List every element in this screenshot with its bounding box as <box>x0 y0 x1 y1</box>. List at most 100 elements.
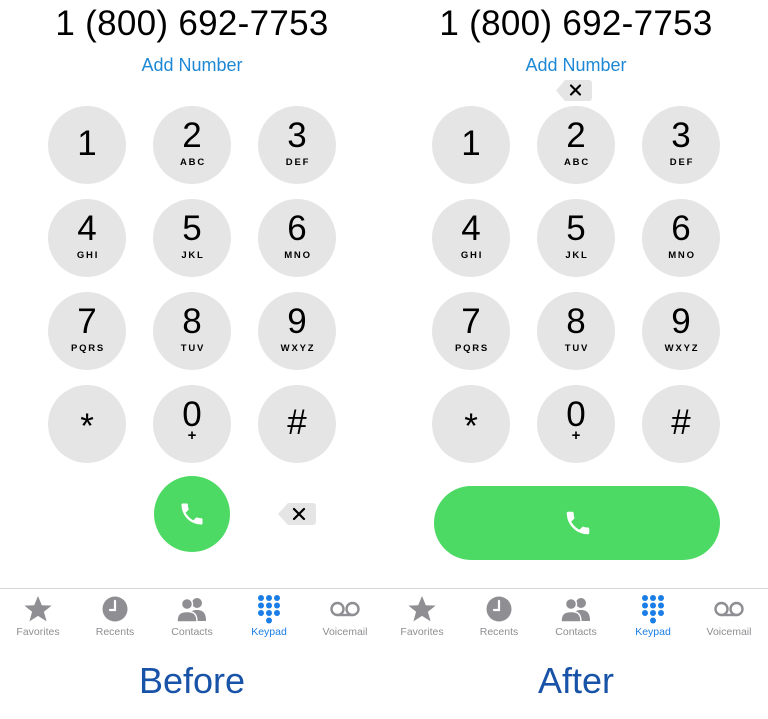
key-digit: * <box>80 407 94 446</box>
key-letters: GHI <box>460 250 484 261</box>
keypad-icon <box>258 595 280 624</box>
keypad-icon <box>642 595 664 624</box>
key-digit: 9 <box>287 302 307 341</box>
tab-contacts[interactable]: Contacts <box>538 591 614 643</box>
key-digit: 2 <box>182 116 202 155</box>
delete-icon <box>278 503 316 525</box>
tab-voicemail[interactable]: Voicemail <box>307 591 383 643</box>
key-9[interactable]: 9 WXYZ <box>642 292 720 370</box>
tab-label: Contacts <box>171 626 213 638</box>
tab-label: Keypad <box>635 626 671 638</box>
clock-icon <box>102 596 128 622</box>
key-digit: 8 <box>566 302 586 341</box>
key-letters: TUV <box>564 343 590 354</box>
call-button[interactable] <box>434 486 720 560</box>
key-letters: WXYZ <box>280 343 316 354</box>
add-number-link[interactable]: Add Number <box>0 54 384 76</box>
key-9[interactable]: 9 WXYZ <box>258 292 336 370</box>
tab-label: Favorites <box>16 626 60 638</box>
key-0[interactable]: 0 + <box>537 385 615 463</box>
tab-label: Recents <box>95 626 135 638</box>
key-4[interactable]: 4 GHI <box>48 199 126 277</box>
call-button[interactable] <box>154 476 230 552</box>
phone-icon <box>566 511 590 535</box>
key-2[interactable]: 2 ABC <box>537 106 615 184</box>
tab-favorites[interactable]: Favorites <box>0 591 76 643</box>
key-4[interactable]: 4 GHI <box>432 199 510 277</box>
contacts-icon <box>176 597 206 623</box>
key-digit: 7 <box>77 302 97 341</box>
key-star[interactable]: * <box>48 385 126 463</box>
key-7[interactable]: 7 PQRS <box>48 292 126 370</box>
key-digit: 1 <box>77 124 97 163</box>
tab-recents[interactable]: Recents <box>461 591 537 643</box>
tab-label: Voicemail <box>322 626 368 638</box>
key-2[interactable]: 2 ABC <box>153 106 231 184</box>
tab-favorites[interactable]: Favorites <box>384 591 460 643</box>
delete-button[interactable] <box>278 502 316 526</box>
key-8[interactable]: 8 TUV <box>537 292 615 370</box>
key-digit: 9 <box>671 302 691 341</box>
key-digit: 5 <box>182 209 202 248</box>
key-1[interactable]: 1 <box>48 106 126 184</box>
key-digit: 1 <box>461 124 481 163</box>
tab-recents[interactable]: Recents <box>77 591 153 643</box>
delete-icon <box>556 80 592 101</box>
key-letters: PQRS <box>70 343 106 354</box>
key-digit: 8 <box>182 302 202 341</box>
dialed-number: 1 (800) 692-7753 <box>439 4 713 43</box>
key-letters: PQRS <box>454 343 490 354</box>
key-letters: GHI <box>76 250 100 261</box>
key-digit: 7 <box>461 302 481 341</box>
key-letters: + <box>571 427 581 444</box>
tab-label: Voicemail <box>706 626 752 638</box>
tab-contacts[interactable]: Contacts <box>154 591 230 643</box>
voicemail-icon <box>330 601 360 617</box>
key-5[interactable]: 5 JKL <box>537 199 615 277</box>
star-icon <box>408 596 436 622</box>
key-digit: # <box>287 403 307 442</box>
key-7[interactable]: 7 PQRS <box>432 292 510 370</box>
key-letters: ABC <box>564 157 590 168</box>
key-digit: 6 <box>287 209 307 248</box>
key-3[interactable]: 3 DEF <box>258 106 336 184</box>
key-0[interactable]: 0 + <box>153 385 231 463</box>
key-letters: WXYZ <box>664 343 700 354</box>
tab-label: Contacts <box>555 626 597 638</box>
key-digit: 3 <box>287 116 307 155</box>
key-8[interactable]: 8 TUV <box>153 292 231 370</box>
key-digit: 3 <box>671 116 691 155</box>
key-letters: + <box>187 427 197 444</box>
key-6[interactable]: 6 MNO <box>642 199 720 277</box>
tab-keypad[interactable]: Keypad <box>231 591 307 643</box>
key-letters: JKL <box>181 250 205 261</box>
add-number-link[interactable]: Add Number <box>384 54 768 76</box>
key-1[interactable]: 1 <box>432 106 510 184</box>
key-letters: MNO <box>668 250 696 261</box>
before-panel: 1 (800) 692-7753 Add Number 1 2 ABC 3 DE… <box>0 0 384 719</box>
key-letters: ABC <box>180 157 206 168</box>
key-digit: 2 <box>566 116 586 155</box>
voicemail-icon <box>714 601 744 617</box>
key-hash[interactable]: # <box>258 385 336 463</box>
key-6[interactable]: 6 MNO <box>258 199 336 277</box>
dialed-number: 1 (800) 692-7753 <box>55 4 329 43</box>
tab-label: Recents <box>479 626 519 638</box>
clock-icon <box>486 596 512 622</box>
key-letters: DEF <box>285 157 311 168</box>
tab-label: Keypad <box>251 626 287 638</box>
key-star[interactable]: * <box>432 385 510 463</box>
key-letters: MNO <box>284 250 312 261</box>
key-digit: # <box>671 403 691 442</box>
key-digit: 4 <box>77 209 97 248</box>
delete-button[interactable] <box>556 79 592 102</box>
after-panel: 1 (800) 692-7753 Add Number 1 2 ABC 3 DE… <box>384 0 768 719</box>
key-digit: * <box>464 407 478 446</box>
key-5[interactable]: 5 JKL <box>153 199 231 277</box>
tab-voicemail[interactable]: Voicemail <box>691 591 767 643</box>
tabbar-divider <box>0 588 384 589</box>
key-hash[interactable]: # <box>642 385 720 463</box>
tab-keypad[interactable]: Keypad <box>615 591 691 643</box>
key-3[interactable]: 3 DEF <box>642 106 720 184</box>
key-digit: 5 <box>566 209 586 248</box>
